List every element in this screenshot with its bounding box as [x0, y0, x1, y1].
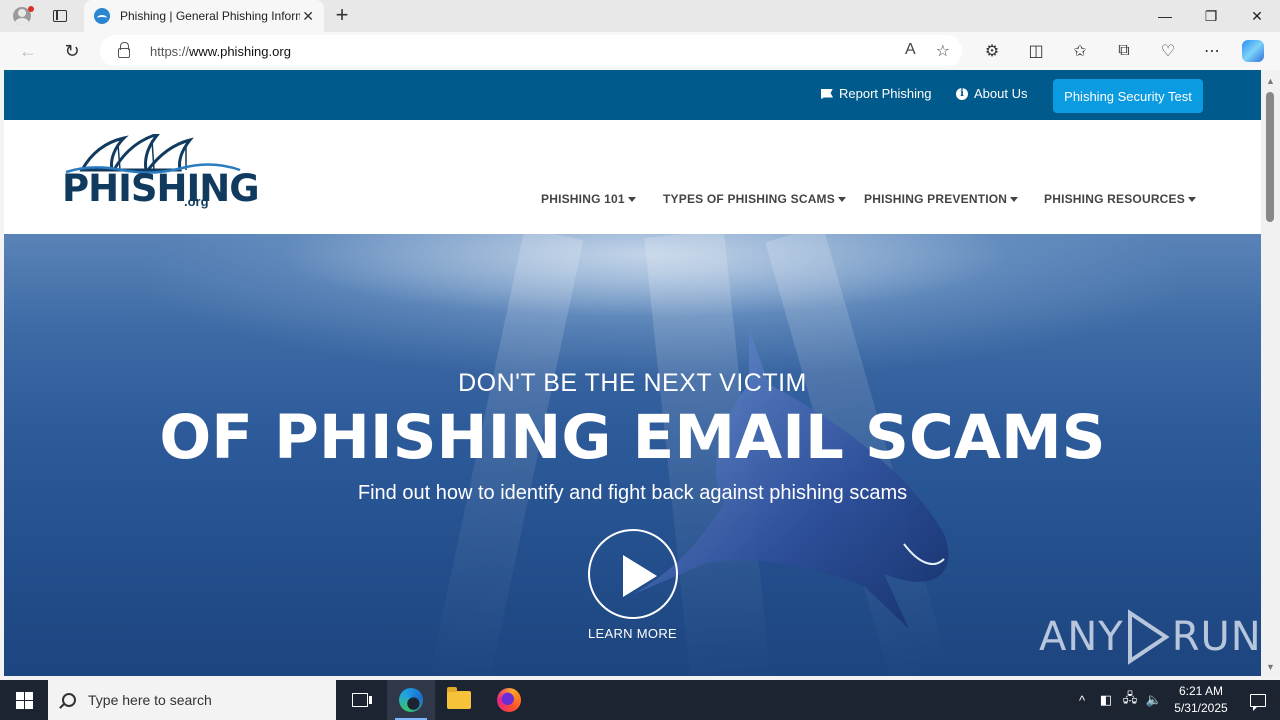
folder-icon: [447, 687, 471, 709]
tab-actions-icon[interactable]: [44, 0, 76, 32]
caret-down-icon: [1010, 197, 1019, 203]
site-favicon-icon: [94, 8, 110, 24]
nav-phishing-resources[interactable]: PHISHING RESOURCES: [1044, 192, 1196, 206]
search-icon: [62, 693, 76, 707]
scroll-up-arrow-icon[interactable]: ▲: [1266, 76, 1275, 86]
refresh-icon[interactable]: ↻: [52, 32, 92, 70]
notification-icon: [1250, 693, 1266, 711]
more-menu-icon[interactable]: ⋯: [1190, 41, 1234, 61]
caret-down-icon: [837, 197, 846, 203]
start-button[interactable]: [0, 680, 48, 720]
meet-now-icon[interactable]: ◧: [1094, 692, 1118, 708]
copilot-icon[interactable]: [1242, 40, 1264, 62]
tab-close-icon[interactable]: ✕: [302, 8, 314, 25]
collections-icon[interactable]: ⧉: [1102, 42, 1146, 60]
site-header: PHISHING .org PHISHING 101 TYPES OF PHIS…: [4, 120, 1261, 234]
browser-toolbar: ← ↻ https://www.phishing.org A ☆ ⚙ ◫ ✩ ⧉…: [0, 32, 1280, 70]
report-phishing-link[interactable]: Report Phishing: [821, 86, 932, 101]
close-window-button[interactable]: ✕: [1234, 0, 1280, 32]
browser-tools: ⚙ ◫ ✩ ⧉ ♡ ⋯: [970, 32, 1264, 70]
window-controls: — ❐ ✕: [1142, 0, 1280, 32]
anyrun-watermark: ANY RUN: [1039, 609, 1261, 665]
page-viewport: Report Phishing i About Us Phishing Secu…: [4, 70, 1261, 676]
tab-title: Phishing | General Phishing Information: [120, 9, 300, 23]
task-view-icon: [352, 693, 372, 707]
edge-icon: [399, 688, 423, 712]
system-tray: ^ ◧ 🖧 🔈 6:21 AM 5/31/2025: [1070, 680, 1280, 720]
task-view-button[interactable]: [336, 680, 384, 720]
restore-button[interactable]: ❐: [1188, 0, 1234, 32]
profile-icon[interactable]: [0, 0, 44, 32]
edge-taskbar-button[interactable]: [387, 680, 435, 720]
new-tab-button[interactable]: +: [330, 4, 354, 28]
clock[interactable]: 6:21 AM 5/31/2025: [1166, 683, 1236, 717]
scroll-down-arrow-icon[interactable]: ▼: [1266, 662, 1275, 672]
site-logo[interactable]: PHISHING .org: [62, 134, 260, 214]
play-triangle-icon: [1127, 609, 1170, 665]
hero-headline: OF PHISHING EMAIL SCAMS: [159, 402, 1106, 473]
clock-time: 6:21 AM: [1178, 684, 1224, 698]
nav-phishing-101[interactable]: PHISHING 101: [541, 192, 636, 206]
network-icon[interactable]: 🖧: [1118, 689, 1142, 711]
windows-taskbar: Type here to search ^ ◧ 🖧 🔈 6:21 AM 5/31…: [0, 680, 1280, 720]
favorite-star-icon[interactable]: ☆: [936, 41, 950, 61]
browser-essentials-icon[interactable]: ♡: [1146, 41, 1190, 61]
hero-subtext: Find out how to identify and fight back …: [357, 482, 908, 504]
volume-icon[interactable]: 🔈: [1142, 692, 1166, 708]
split-screen-icon[interactable]: ◫: [1014, 41, 1058, 61]
hero-kicker: DON'T BE THE NEXT VICTIM: [458, 369, 807, 397]
windows-logo-icon: [15, 691, 33, 709]
browser-tab-strip: Phishing | General Phishing Information …: [0, 0, 1280, 32]
taskbar-search-box[interactable]: Type here to search: [48, 680, 336, 720]
address-bar[interactable]: https://www.phishing.org A ☆: [100, 35, 962, 67]
scrollbar-thumb[interactable]: [1266, 92, 1274, 222]
nav-types-of-phishing-scams[interactable]: TYPES OF PHISHING SCAMS: [663, 192, 846, 206]
url-text[interactable]: https://www.phishing.org: [150, 44, 291, 59]
back-arrow-icon[interactable]: ←: [8, 32, 48, 70]
extensions-icon[interactable]: ⚙: [970, 41, 1014, 61]
phishing-security-test-button[interactable]: Phishing Security Test: [1053, 79, 1203, 113]
firefox-icon: [497, 688, 521, 712]
nav-phishing-prevention[interactable]: PHISHING PREVENTION: [864, 192, 1019, 206]
favorites-icon[interactable]: ✩: [1058, 41, 1102, 61]
minimize-button[interactable]: —: [1142, 0, 1188, 32]
notification-center-button[interactable]: [1236, 680, 1280, 720]
lock-icon[interactable]: [118, 42, 130, 58]
file-explorer-button[interactable]: [435, 680, 483, 720]
hero-banner: DON'T BE THE NEXT VICTIM OF PHISHING EMA…: [4, 234, 1261, 676]
utility-bar: Report Phishing i About Us Phishing Secu…: [4, 70, 1261, 120]
caret-down-icon: [1187, 197, 1196, 203]
firefox-button[interactable]: [485, 680, 533, 720]
logo-tld: .org: [184, 194, 209, 209]
logo-wordmark: PHISHING: [62, 167, 260, 210]
browser-tab[interactable]: Phishing | General Phishing Information …: [84, 0, 324, 32]
flag-icon: [821, 88, 833, 99]
play-video-button[interactable]: [588, 529, 678, 619]
read-aloud-icon[interactable]: A: [905, 41, 916, 61]
clock-date: 5/31/2025: [1174, 701, 1228, 715]
page-scrollbar[interactable]: ▲ ▼: [1261, 70, 1280, 676]
info-icon: i: [956, 87, 968, 100]
caret-down-icon: [627, 197, 636, 203]
about-us-link[interactable]: i About Us: [956, 86, 1027, 101]
chevron-up-icon[interactable]: ^: [1070, 693, 1094, 708]
